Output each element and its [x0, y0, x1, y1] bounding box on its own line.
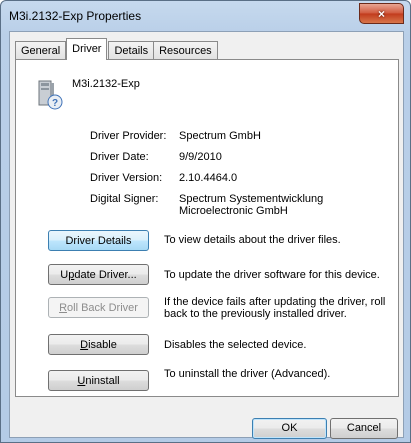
- digital-signer-value: Spectrum Systementwicklung Microelectron…: [179, 193, 324, 217]
- tab-driver[interactable]: Driver: [66, 38, 108, 60]
- disable-button[interactable]: Disable: [48, 334, 149, 355]
- tab-strip: General Driver Details Resources: [15, 38, 218, 60]
- device-name: M3i.2132-Exp: [72, 78, 140, 90]
- uninstall-description: To uninstall the driver (Advanced).: [164, 368, 331, 380]
- roll-back-driver-button: Roll Back Driver: [48, 297, 149, 318]
- driver-date-value: 9/9/2010: [179, 151, 222, 163]
- driver-provider-label: Driver Provider:: [90, 130, 167, 142]
- window-title: M3i.2132-Exp Properties: [9, 9, 142, 23]
- ok-button[interactable]: OK: [252, 418, 327, 439]
- driver-version-value: 2.10.4464.0: [179, 172, 238, 184]
- properties-window: M3i.2132-Exp Properties × General Driver…: [0, 0, 411, 443]
- disable-description: Disables the selected device.: [164, 339, 307, 351]
- close-icon: ×: [377, 6, 385, 21]
- roll-back-accesskey: R: [59, 302, 68, 314]
- tab-general[interactable]: General: [15, 41, 67, 60]
- driver-tab-panel: ? M3i.2132-Exp Driver Provider: Spectrum…: [15, 59, 399, 397]
- disable-accesskey: D: [80, 339, 89, 351]
- driver-details-description: To view details about the driver files.: [164, 234, 341, 246]
- digital-signer-label: Digital Signer:: [90, 193, 159, 205]
- close-button[interactable]: ×: [359, 3, 404, 24]
- driver-provider-value: Spectrum GmbH: [179, 130, 261, 142]
- dialog-body: General Driver Details Resources ? M3i.2…: [9, 31, 404, 439]
- driver-details-button[interactable]: Driver Details: [48, 230, 149, 251]
- svg-text:?: ?: [52, 98, 58, 109]
- device-unknown-icon: ?: [38, 80, 63, 110]
- title-bar[interactable]: M3i.2132-Exp Properties ×: [1, 1, 410, 31]
- disable-label-post: isable: [88, 339, 117, 351]
- update-driver-description: To update the driver software for this d…: [164, 269, 380, 281]
- update-driver-label-post: date Driver...: [74, 269, 137, 281]
- tab-details[interactable]: Details: [108, 41, 155, 60]
- uninstall-label-post: ninstall: [85, 375, 120, 387]
- driver-date-label: Driver Date:: [90, 151, 149, 163]
- cancel-button[interactable]: Cancel: [330, 418, 398, 439]
- roll-back-description: If the device fails after updating the d…: [164, 296, 386, 320]
- roll-back-label-post: oll Back Driver: [67, 302, 138, 314]
- update-driver-button[interactable]: Update Driver...: [48, 264, 149, 285]
- tab-resources[interactable]: Resources: [153, 41, 218, 60]
- uninstall-button[interactable]: Uninstall: [48, 370, 149, 391]
- driver-version-label: Driver Version:: [90, 172, 163, 184]
